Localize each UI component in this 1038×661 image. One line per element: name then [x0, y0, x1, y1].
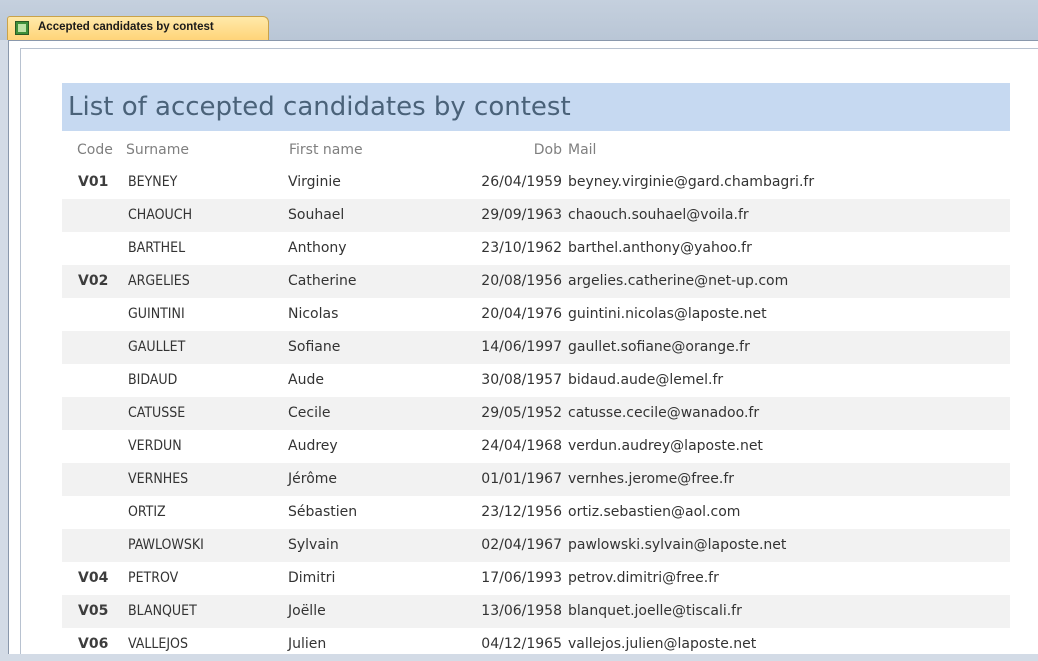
cell-mail: chaouch.souhael@voila.fr	[568, 207, 749, 223]
table-row: BARTHEL Anthony 23/10/1962 barthel.antho…	[62, 232, 1010, 265]
cell-first-name: Jérôme	[288, 471, 338, 487]
cell-mail: pawlowski.sylvain@laposte.net	[568, 537, 787, 553]
cell-first-name: Anthony	[288, 240, 347, 256]
cell-first-name: Julien	[288, 636, 327, 652]
cell-first-name: Nicolas	[288, 306, 339, 322]
header-surname: Surname	[126, 142, 189, 158]
cell-mail: guintini.nicolas@laposte.net	[568, 306, 767, 322]
cell-first-name: Virginie	[288, 174, 341, 190]
cell-surname: GUINTINI	[128, 306, 185, 322]
cell-surname: BARTHEL	[128, 240, 186, 256]
cell-dob: 29/09/1963	[481, 207, 562, 223]
cell-code: V02	[78, 273, 109, 289]
cell-surname: VERDUN	[128, 438, 182, 454]
table-row: V02 ARGELIES Catherine 20/08/1956 argeli…	[62, 265, 1010, 298]
cell-mail: vernhes.jerome@free.fr	[568, 471, 735, 487]
cell-surname: PAWLOWSKI	[128, 537, 204, 553]
cell-dob: 04/12/1965	[481, 636, 562, 652]
table-row: PAWLOWSKI Sylvain 02/04/1967 pawlowski.s…	[62, 529, 1010, 562]
cell-dob: 29/05/1952	[481, 405, 562, 421]
cell-mail: beyney.virginie@gard.chambagri.fr	[568, 174, 815, 190]
cell-surname: BLANQUET	[128, 603, 197, 619]
cell-mail: verdun.audrey@laposte.net	[568, 438, 763, 454]
table-row: V01 BEYNEY Virginie 26/04/1959 beyney.vi…	[62, 166, 1010, 199]
cell-surname: VALLEJOS	[128, 636, 188, 652]
cell-dob: 20/04/1976	[481, 306, 562, 322]
tab-accepted-candidates[interactable]: Accepted candidates by contest	[7, 16, 269, 40]
cell-dob: 23/12/1956	[481, 504, 562, 520]
table-row: GUINTINI Nicolas 20/04/1976 guintini.nic…	[62, 298, 1010, 331]
table-row: GAULLET Sofiane 14/06/1997 gaullet.sofia…	[62, 331, 1010, 364]
cell-first-name: Cecile	[288, 405, 331, 421]
table-row: V05 BLANQUET Joëlle 13/06/1958 blanquet.…	[62, 595, 1010, 628]
cell-first-name: Dimitri	[288, 570, 336, 586]
cell-code: V01	[78, 174, 109, 190]
cell-first-name: Catherine	[288, 273, 357, 289]
cell-mail: vallejos.julien@laposte.net	[568, 636, 757, 652]
table-row: CATUSSE Cecile 29/05/1952 catusse.cecile…	[62, 397, 1010, 430]
cell-mail: petrov.dimitri@free.fr	[568, 570, 719, 586]
cell-first-name: Aude	[288, 372, 324, 388]
cell-surname: BEYNEY	[128, 174, 178, 190]
cell-first-name: Souhael	[288, 207, 345, 223]
cell-mail: gaullet.sofiane@orange.fr	[568, 339, 750, 355]
document-tab-strip: Accepted candidates by contest	[0, 0, 1038, 40]
cell-mail: ortiz.sebastien@aol.com	[568, 504, 741, 520]
report-icon	[15, 21, 29, 35]
cell-dob: 13/06/1958	[481, 603, 562, 619]
cell-mail: catusse.cecile@wanadoo.fr	[568, 405, 760, 421]
report-title: List of accepted candidates by contest	[62, 83, 1010, 131]
cell-mail: blanquet.joelle@tiscali.fr	[568, 603, 742, 619]
cell-surname: GAULLET	[128, 339, 186, 355]
cell-surname: PETROV	[128, 570, 179, 586]
table-row: VERNHES Jérôme 01/01/1967 vernhes.jerome…	[62, 463, 1010, 496]
cell-dob: 24/04/1968	[481, 438, 562, 454]
cell-code: V06	[78, 636, 109, 652]
cell-mail: argelies.catherine@net-up.com	[568, 273, 789, 289]
header-code: Code	[77, 142, 113, 158]
cell-dob: 02/04/1967	[481, 537, 562, 553]
cell-dob: 30/08/1957	[481, 372, 562, 388]
cell-first-name: Audrey	[288, 438, 338, 454]
cell-dob: 23/10/1962	[481, 240, 562, 256]
table-row: CHAOUCH Souhael 29/09/1963 chaouch.souha…	[62, 199, 1010, 232]
cell-mail: barthel.anthony@yahoo.fr	[568, 240, 752, 256]
cell-first-name: Sébastien	[288, 504, 358, 520]
table-row: BIDAUD Aude 30/08/1957 bidaud.aude@lemel…	[62, 364, 1010, 397]
cell-surname: ORTIZ	[128, 504, 166, 520]
cell-dob: 26/04/1959	[481, 174, 562, 190]
cell-mail: bidaud.aude@lemel.fr	[568, 372, 724, 388]
cell-first-name: Sylvain	[288, 537, 339, 553]
header-mail: Mail	[568, 142, 597, 158]
cell-dob: 01/01/1967	[481, 471, 562, 487]
table-row: V04 PETROV Dimitri 17/06/1993 petrov.dim…	[62, 562, 1010, 595]
cell-surname: CHAOUCH	[128, 207, 193, 223]
cell-dob: 17/06/1993	[481, 570, 562, 586]
table-row: V06 VALLEJOS Julien 04/12/1965 vallejos.…	[62, 628, 1010, 661]
header-first-name: First name	[289, 142, 363, 158]
cell-surname: VERNHES	[128, 471, 189, 487]
header-dob: Dob	[533, 142, 562, 158]
tab-label: Accepted candidates by contest	[38, 21, 214, 33]
cell-code: V05	[78, 603, 109, 619]
cell-first-name: Joëlle	[288, 603, 326, 619]
table-row: ORTIZ Sébastien 23/12/1956 ortiz.sebasti…	[62, 496, 1010, 529]
cell-surname: ARGELIES	[128, 273, 190, 289]
cell-first-name: Sofiane	[288, 339, 341, 355]
cell-code: V04	[78, 570, 109, 586]
cell-dob: 20/08/1956	[481, 273, 562, 289]
table-row: VERDUN Audrey 24/04/1968 verdun.audrey@l…	[62, 430, 1010, 463]
cell-dob: 14/06/1997	[481, 339, 562, 355]
cell-surname: CATUSSE	[128, 405, 186, 421]
cell-surname: BIDAUD	[128, 372, 178, 388]
